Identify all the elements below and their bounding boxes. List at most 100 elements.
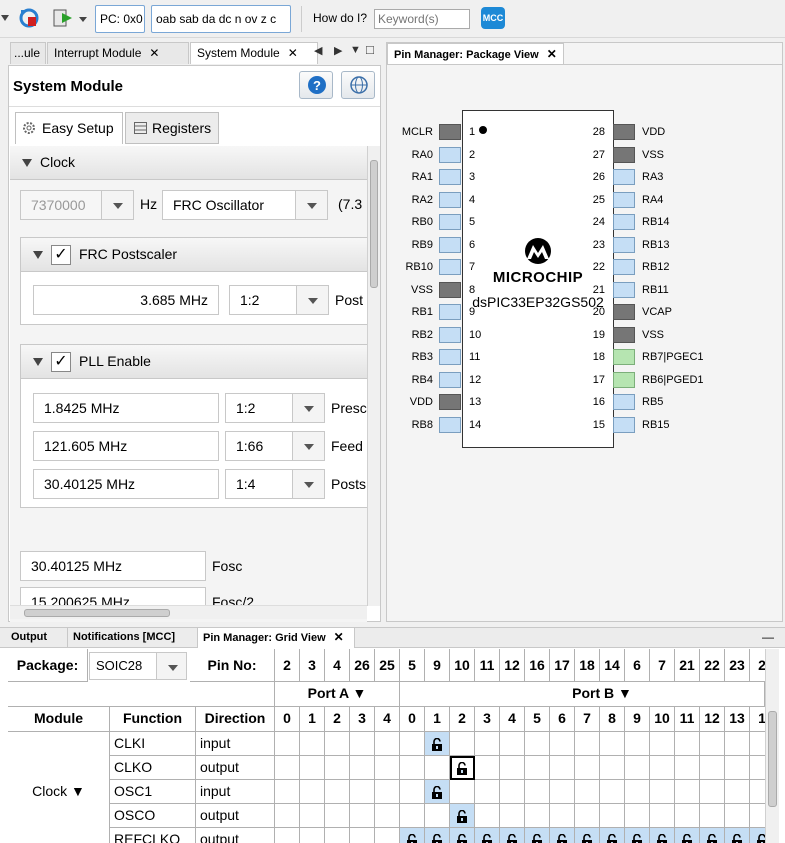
tab-interrupt-module[interactable]: Interrupt Module ✕: [47, 42, 189, 64]
horizontal-scrollbar[interactable]: [10, 605, 367, 619]
pin-assignment-cell[interactable]: [275, 756, 300, 780]
refresh-icon[interactable]: [18, 7, 40, 29]
pin-assignment-cell[interactable]: [625, 732, 650, 756]
pin-assignment-cell[interactable]: [300, 828, 325, 843]
pin-assignment-cell[interactable]: [575, 804, 600, 828]
pin-assignment-cell[interactable]: [700, 780, 725, 804]
ratio-dropdown-button[interactable]: [292, 470, 324, 498]
pin-assignment-cell[interactable]: [650, 732, 675, 756]
pin-19-square[interactable]: [613, 326, 635, 343]
help-button[interactable]: ?: [299, 71, 333, 99]
tab-notifications[interactable]: Notifications [MCC]: [68, 628, 198, 648]
pin-assignment-cell[interactable]: [375, 756, 400, 780]
ratio-dropdown-button[interactable]: [296, 286, 328, 314]
pin-assignment-cell[interactable]: [725, 732, 750, 756]
pin-assignment-cell[interactable]: [475, 732, 500, 756]
pin-assignment-cell[interactable]: [750, 780, 765, 804]
pin-assignment-cell[interactable]: [375, 732, 400, 756]
pin-9-square[interactable]: [439, 304, 461, 320]
grid-vertical-scrollbar[interactable]: [765, 649, 779, 843]
pin-assignment-cell-locked[interactable]: [500, 828, 525, 843]
pin-assignment-cell[interactable]: [550, 780, 575, 804]
pin-assignment-cell-locked[interactable]: [750, 828, 765, 843]
pin-16-square[interactable]: [613, 394, 635, 410]
pin-assignment-cell[interactable]: [475, 780, 500, 804]
pin-24-square[interactable]: [613, 214, 635, 230]
pll-enable-header[interactable]: ✓ PLL Enable: [21, 345, 367, 379]
pin-assignment-cell[interactable]: [400, 804, 425, 828]
minimize-icon[interactable]: —: [762, 630, 774, 644]
pin-assignment-cell[interactable]: [325, 828, 350, 843]
pin-assignment-cell[interactable]: [350, 732, 375, 756]
pin-assignment-cell[interactable]: [725, 804, 750, 828]
program-device-icon[interactable]: [52, 7, 74, 29]
pin-6-square[interactable]: [439, 236, 461, 253]
ratio-dropdown-button[interactable]: [292, 432, 324, 460]
pin-assignment-cell[interactable]: [350, 804, 375, 828]
pin-assignment-cell[interactable]: [475, 804, 500, 828]
tab-easy-setup[interactable]: Easy Setup: [15, 112, 123, 144]
pin-14-square[interactable]: [439, 416, 461, 433]
toolbar-arrow-icon[interactable]: [0, 7, 10, 29]
mcc-button[interactable]: MCC: [481, 7, 505, 29]
pin-assignment-cell[interactable]: [500, 756, 525, 780]
pin-assignment-cell[interactable]: [300, 756, 325, 780]
pin-assignment-cell[interactable]: [350, 756, 375, 780]
pin-assignment-cell[interactable]: [600, 756, 625, 780]
package-dropdown-button[interactable]: [156, 653, 186, 679]
pin-assignment-cell[interactable]: [725, 780, 750, 804]
pin-5-square[interactable]: [439, 214, 461, 230]
pin-assignment-cell[interactable]: [550, 756, 575, 780]
pin-assignment-cell[interactable]: [300, 804, 325, 828]
pin-assignment-cell-locked[interactable]: [425, 780, 450, 804]
pin-12-square[interactable]: [439, 371, 461, 388]
scrollbar-thumb[interactable]: [768, 711, 777, 807]
pll-enable-checkbox[interactable]: ✓: [51, 352, 71, 373]
tab-list-icon[interactable]: ▼: [350, 44, 361, 56]
pin-assignment-cell[interactable]: [650, 804, 675, 828]
pin-assignment-cell-locked[interactable]: [450, 804, 475, 828]
pll-prescaler-select[interactable]: 1:2: [225, 393, 325, 423]
pin-17-square[interactable]: [613, 371, 635, 388]
pin-3-square[interactable]: [439, 169, 461, 185]
oscillator-select[interactable]: FRC Oscillator: [162, 190, 328, 220]
close-icon[interactable]: ✕: [288, 46, 298, 60]
pin-assignment-cell-locked[interactable]: [725, 828, 750, 843]
pin-15-square[interactable]: [613, 416, 635, 433]
pin-assignment-cell-locked[interactable]: [525, 828, 550, 843]
pin-23-square[interactable]: [613, 236, 635, 253]
easy-setup-scroll-area[interactable]: Clock 7370000 Hz FRC Oscillator (7.3 ✓ FR…: [10, 146, 367, 622]
frc-postscaler-header[interactable]: ✓ FRC Postscaler: [21, 238, 367, 272]
pin-assignment-cell[interactable]: [675, 756, 700, 780]
pin-assignment-cell[interactable]: [500, 804, 525, 828]
pin-assignment-cell[interactable]: [500, 732, 525, 756]
package-select[interactable]: SOIC28: [89, 652, 187, 680]
web-docs-button[interactable]: [341, 71, 375, 99]
pin-assignment-cell[interactable]: [375, 804, 400, 828]
pin-10-square[interactable]: [439, 326, 461, 343]
pin-28-square[interactable]: [613, 124, 635, 140]
clock-section-header[interactable]: Clock: [10, 146, 367, 180]
tab-package-view[interactable]: Pin Manager: Package View ✕: [387, 43, 564, 65]
pin-assignment-cell-locked[interactable]: [650, 828, 675, 843]
pin-assignment-cell[interactable]: [750, 756, 765, 780]
pin-assignment-cell[interactable]: [375, 828, 400, 843]
pin-13-square[interactable]: [439, 394, 461, 410]
tab-grid-view[interactable]: Pin Manager: Grid View ✕: [198, 628, 355, 648]
pin-8-square[interactable]: [439, 281, 461, 298]
pin-assignment-cell-locked[interactable]: [600, 828, 625, 843]
pin-assignment-cell[interactable]: [675, 780, 700, 804]
port-a-header[interactable]: Port A ▼: [275, 682, 400, 707]
vertical-scrollbar[interactable]: [367, 146, 380, 606]
pin-assignment-cell[interactable]: [325, 780, 350, 804]
tab-registers[interactable]: Registers: [125, 112, 219, 144]
pin-assignment-cell[interactable]: [550, 804, 575, 828]
pin-assignment-cell[interactable]: [650, 780, 675, 804]
pin-assignment-cell[interactable]: [600, 780, 625, 804]
pin-assignment-cell[interactable]: [300, 780, 325, 804]
pin-assignment-cell[interactable]: [400, 756, 425, 780]
pin-assignment-cell[interactable]: [625, 780, 650, 804]
pin-assignment-cell[interactable]: [550, 732, 575, 756]
pin-assignment-cell[interactable]: [375, 780, 400, 804]
pin-assignment-cell[interactable]: [275, 828, 300, 843]
